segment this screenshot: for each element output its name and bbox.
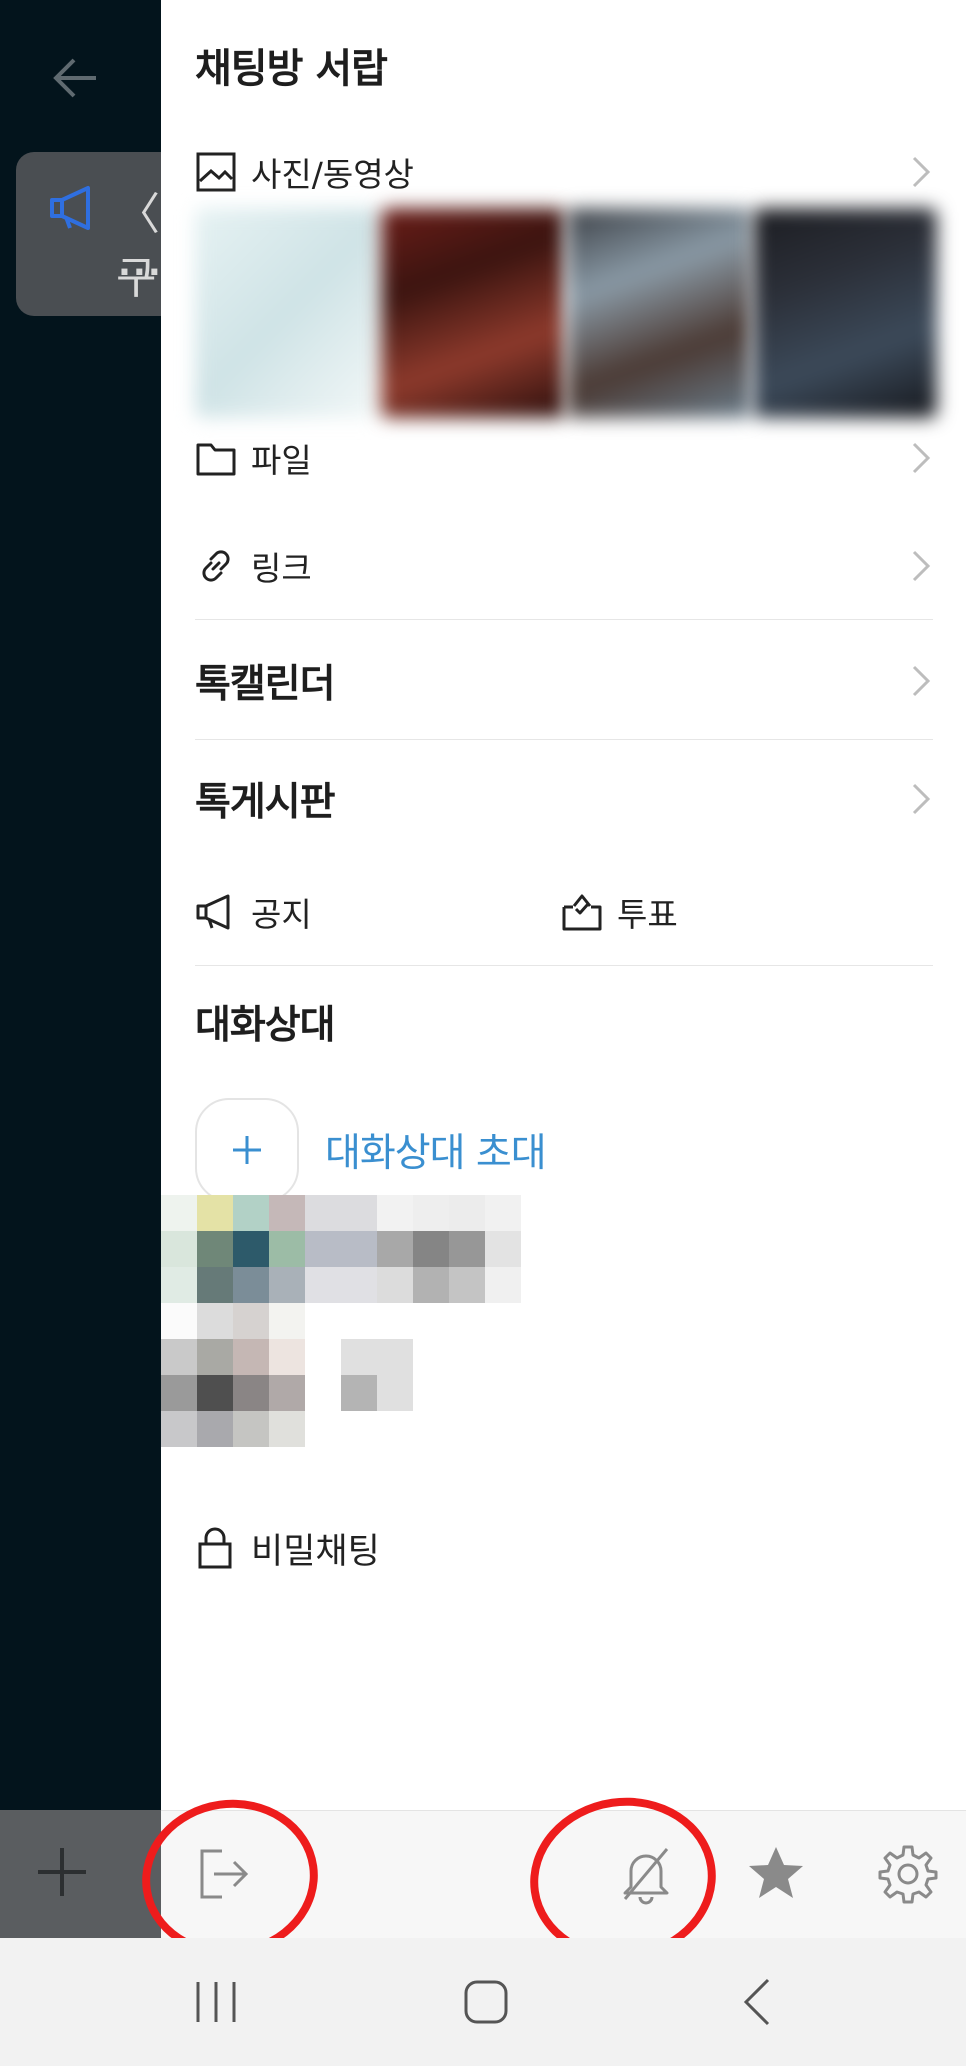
star-icon[interactable]: [743, 1841, 809, 1907]
notice-label: 공지: [251, 895, 312, 934]
ballot-box-icon: [562, 894, 602, 931]
links-row[interactable]: 링크: [195, 526, 933, 606]
files-row[interactable]: 파일: [195, 418, 933, 498]
talk-board-row[interactable]: 톡게시판: [195, 744, 933, 854]
system-nav-bar: [0, 1938, 966, 2066]
home-icon[interactable]: [456, 1972, 516, 2032]
folder-icon: [196, 443, 236, 476]
chevron-right-icon: [912, 665, 931, 697]
megaphone-icon: [50, 186, 90, 230]
photos-videos-label: 사진/동영상: [251, 155, 414, 194]
plus-icon[interactable]: [34, 1844, 90, 1900]
notice-more-dots: ...: [118, 244, 161, 284]
invite-plus-box: [195, 1098, 299, 1202]
chevron-right-icon: [912, 156, 931, 188]
chevron-right-icon: [912, 783, 931, 815]
plus-icon: [233, 1136, 261, 1164]
chat-drawer-panel: 채팅방 서랍 사진/동영상 파일 링크 톡캘린더 톡게시판 공지 투표 대화상대…: [161, 0, 966, 1810]
secret-chat-row[interactable]: 비밀채팅: [195, 1508, 380, 1588]
notice-text: 〈 구: [116, 189, 160, 304]
drawer-title: 채팅방 서랍: [195, 46, 388, 92]
back-arrow-icon[interactable]: [48, 50, 104, 106]
links-label: 링크: [251, 549, 312, 588]
chat-room-background: 〈 구 ...: [0, 0, 161, 1937]
divider: [195, 619, 933, 620]
divider: [195, 739, 933, 740]
photo-thumbnails: [195, 208, 937, 428]
files-label: 파일: [251, 441, 312, 480]
talk-calendar-row[interactable]: 톡캘린더: [195, 626, 933, 736]
divider: [195, 965, 933, 966]
photo-thumbnail[interactable]: [567, 208, 751, 418]
photo-thumbnail[interactable]: [753, 208, 937, 418]
megaphone-icon: [196, 894, 230, 930]
gear-icon[interactable]: [875, 1841, 941, 1907]
members-title: 대화상대: [195, 1003, 336, 1048]
photo-thumbnail[interactable]: [381, 208, 565, 418]
notice-banner[interactable]: 〈 구 ...: [16, 152, 161, 316]
invite-member-button[interactable]: 대화상대 초대: [195, 1098, 547, 1202]
lock-icon: [198, 1527, 232, 1569]
vote-label: 투표: [617, 895, 678, 934]
back-icon[interactable]: [730, 1972, 790, 2032]
link-icon: [202, 550, 230, 582]
secret-chat-label: 비밀채팅: [251, 1531, 380, 1572]
photos-videos-row[interactable]: 사진/동영상: [195, 132, 933, 212]
image-icon: [196, 152, 236, 192]
chat-input-bar: [0, 1810, 161, 1938]
censored-member-list: [161, 1195, 541, 1480]
invite-member-label: 대화상대 초대: [325, 1131, 547, 1176]
chevron-right-icon: [912, 442, 931, 474]
photo-thumbnail[interactable]: [195, 208, 379, 418]
talk-board-label: 톡게시판: [195, 780, 336, 825]
recent-apps-icon[interactable]: [186, 1972, 246, 2032]
talk-calendar-label: 톡캘린더: [195, 662, 336, 707]
notice-button[interactable]: 공지: [195, 872, 312, 952]
vote-button[interactable]: 투표: [561, 872, 678, 952]
chevron-right-icon: [912, 550, 931, 582]
